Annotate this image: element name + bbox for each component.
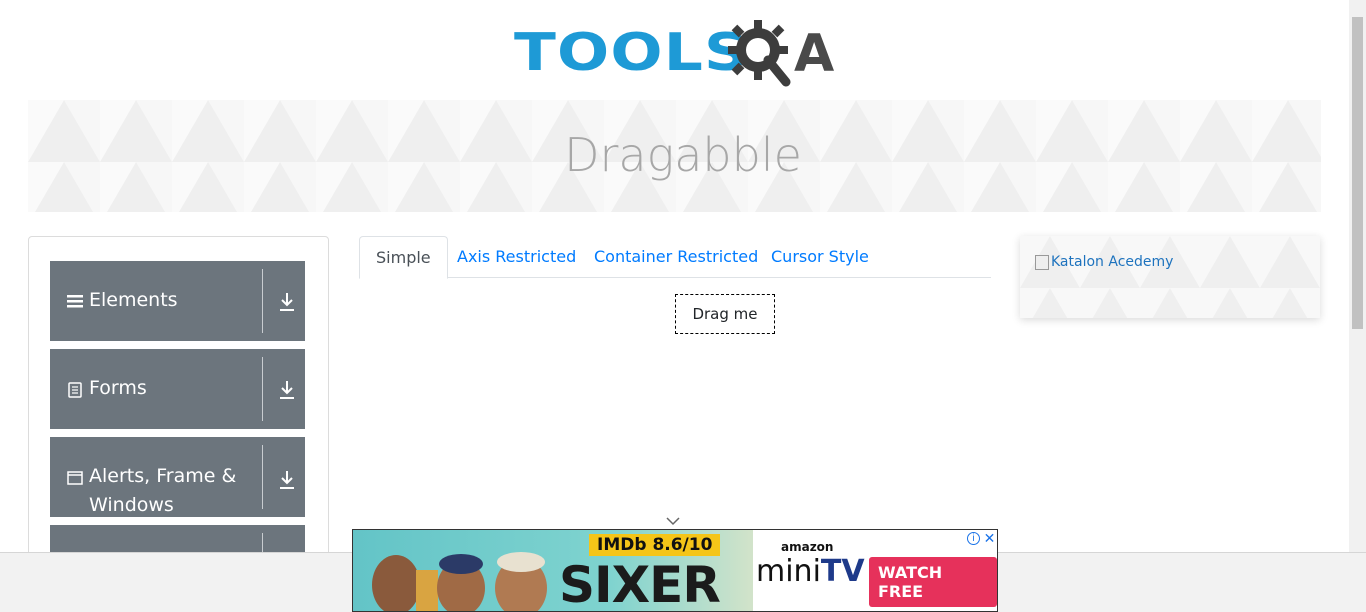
sidebar-group-label: Elements bbox=[89, 289, 178, 311]
ad-brand-logo: miniTV bbox=[756, 554, 865, 589]
toolsqa-logo[interactable]: TOOLS A bbox=[514, 14, 844, 92]
ad-people-image bbox=[372, 552, 547, 611]
group-divider bbox=[262, 269, 263, 333]
katalon-ad-alt-text: Katalon Acedemy bbox=[1051, 254, 1174, 270]
page-title: Dragabble bbox=[564, 128, 802, 182]
bottom-banner-ad[interactable]: IMDb 8.6/10 SIXER amazon miniTV WATCH FR… bbox=[352, 529, 998, 612]
download-icon[interactable] bbox=[278, 292, 296, 312]
sidebar-group-label: Alerts, Frame & bbox=[89, 465, 237, 487]
sidebar-group-forms[interactable]: Forms bbox=[50, 349, 305, 429]
imdb-rating-badge: IMDb 8.6/10 bbox=[589, 534, 721, 556]
ad-info-icon[interactable]: i bbox=[967, 532, 980, 545]
tab-cursor-style[interactable]: Cursor Style bbox=[755, 236, 885, 278]
window-icon bbox=[67, 471, 83, 485]
group-divider bbox=[262, 445, 263, 509]
broken-image-icon bbox=[1035, 254, 1049, 270]
ad-brand-mini: mini bbox=[756, 554, 821, 589]
ad-card-pattern bbox=[1020, 236, 1320, 318]
sidebar-group-label-line2: Windows bbox=[89, 494, 174, 516]
gear-magnifier-icon bbox=[728, 20, 791, 87]
document-icon bbox=[68, 382, 82, 398]
ad-brand-tv: TV bbox=[820, 554, 865, 589]
draggable-tabs: Simple Axis Restricted Container Restric… bbox=[359, 236, 991, 279]
sidebar-group-alerts-frame-windows[interactable]: Alerts, Frame & Windows bbox=[50, 437, 305, 517]
watch-free-button[interactable]: WATCH FREE bbox=[869, 557, 997, 607]
tab-simple[interactable]: Simple bbox=[359, 236, 448, 279]
group-divider bbox=[262, 357, 263, 421]
tab-axis-restricted[interactable]: Axis Restricted bbox=[441, 236, 592, 278]
drag-me-box[interactable]: Drag me bbox=[675, 294, 775, 334]
ad-brand-small: amazon bbox=[781, 540, 834, 554]
download-icon[interactable] bbox=[278, 470, 296, 490]
logo-text-tools: TOOLS bbox=[514, 23, 750, 83]
sidebar-panel: Elements Forms Alerts, Frame & Windows bbox=[28, 236, 329, 566]
hamburger-icon bbox=[67, 295, 83, 308]
close-icon[interactable]: ✕ bbox=[982, 531, 997, 546]
katalon-ad-card[interactable]: Katalon Acedemy bbox=[1020, 236, 1320, 318]
vertical-scrollbar[interactable] bbox=[1349, 0, 1366, 552]
sidebar-group-label: Forms bbox=[89, 377, 147, 399]
download-icon[interactable] bbox=[278, 380, 296, 400]
katalon-ad-image-link[interactable]: Katalon Acedemy bbox=[1035, 254, 1173, 270]
logo-text-a: A bbox=[794, 24, 835, 84]
chevron-down-icon[interactable] bbox=[666, 516, 680, 526]
sidebar-group-elements[interactable]: Elements bbox=[50, 261, 305, 341]
ad-show-title: SIXER bbox=[559, 556, 721, 612]
tab-container-restricted[interactable]: Container Restricted bbox=[578, 236, 774, 278]
